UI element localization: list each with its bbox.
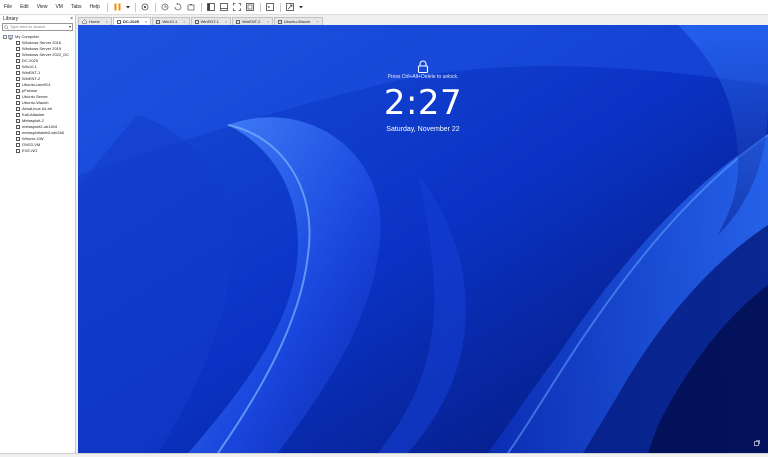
- search-placeholder: Type here to search: [10, 24, 46, 29]
- vm-console-screen[interactable]: Press Ctrl+Alt+Delete to unlock. 2:27 Sa…: [78, 25, 768, 453]
- vm-list-item-label: EVE-NG: [22, 148, 38, 153]
- vm-tree: − My Computer Windows Server 2016 Windows…: [0, 34, 75, 154]
- unity-icon[interactable]: [246, 3, 255, 12]
- pause-icon[interactable]: [113, 3, 122, 12]
- vm-icon: [16, 119, 20, 123]
- lockscreen-date: Saturday, November 22: [386, 126, 460, 133]
- vm-icon: [16, 53, 20, 57]
- toolbar-separator: [200, 2, 202, 12]
- stretch-guest-icon[interactable]: [286, 3, 295, 12]
- vm-icon: [277, 19, 282, 24]
- tab-winent-2[interactable]: WinENT-2 ×: [232, 17, 273, 25]
- console-view-icon[interactable]: [266, 3, 275, 12]
- vm-icon: [16, 59, 20, 63]
- menu-vm[interactable]: VM: [51, 0, 67, 15]
- vm-icon: [16, 137, 20, 141]
- chevron-down-icon[interactable]: [125, 3, 130, 12]
- tab-winent-1[interactable]: WinENT-1 ×: [190, 17, 232, 25]
- status-bar: [0, 453, 768, 457]
- menu-file[interactable]: File: [0, 0, 16, 15]
- search-icon: [4, 24, 9, 30]
- computer-icon: [8, 34, 13, 40]
- toolbar-separator: [259, 2, 261, 12]
- menu-view[interactable]: View: [33, 0, 52, 15]
- thumbnail-view-icon[interactable]: [220, 3, 229, 12]
- vm-icon: [16, 131, 20, 135]
- lockscreen-clock: 2:27: [383, 83, 463, 123]
- vm-list: Windows Server 2016 Windows Server 2019 Wi…: [0, 40, 75, 154]
- vm-icon: [194, 19, 199, 24]
- vm-icon: [16, 95, 20, 99]
- toolbar-separator: [134, 2, 136, 12]
- vm-icon: [16, 89, 20, 93]
- library-search-input[interactable]: Type here to search ▾: [2, 23, 73, 31]
- toolbar-separator: [279, 2, 281, 12]
- tab-dc-2025[interactable]: DC-2025 ×: [113, 17, 152, 25]
- accessibility-icon[interactable]: [754, 440, 760, 446]
- library-header: Library ×: [0, 15, 75, 23]
- library-view-icon[interactable]: [207, 3, 216, 12]
- tab-home[interactable]: Home ×: [78, 17, 113, 25]
- close-icon[interactable]: ×: [70, 15, 73, 23]
- vm-icon: [16, 107, 20, 111]
- vm-icon: [16, 41, 20, 45]
- chevron-down-icon[interactable]: ▾: [69, 24, 71, 30]
- vm-icon: [156, 19, 161, 24]
- vm-icon: [16, 83, 20, 87]
- menu-edit[interactable]: Edit: [16, 0, 33, 15]
- vm-icon: [16, 71, 20, 75]
- tab-ubuntu-wazuh[interactable]: Ubuntu-Wazuh ×: [273, 17, 323, 25]
- library-panel: Library × Type here to search ▾ − My Com…: [0, 15, 76, 453]
- menu-help[interactable]: Help: [86, 0, 104, 15]
- menu-bar: File Edit View VM Tabs Help: [0, 0, 768, 15]
- lock-icon: [417, 60, 429, 73]
- vm-icon: [16, 77, 20, 81]
- vm-list-item[interactable]: EVE-NG: [0, 148, 75, 154]
- vm-icon: [16, 65, 20, 69]
- vm-icon: [16, 143, 20, 147]
- snapshot-manager-icon[interactable]: [187, 3, 196, 12]
- vm-tab-bar: Home × DC-2025 × Win10-1 × WinENT-1 × Wi…: [78, 16, 768, 25]
- unlock-hint: Press Ctrl+Alt+Delete to unlock.: [387, 74, 459, 80]
- vm-icon: [16, 149, 20, 153]
- tab-win10-1[interactable]: Win10-1 ×: [152, 17, 190, 25]
- chevron-down-icon[interactable]: [298, 3, 303, 12]
- fullscreen-icon[interactable]: [233, 3, 242, 12]
- toolbar-separator: [154, 2, 156, 12]
- vm-icon: [16, 113, 20, 117]
- home-icon: [82, 19, 87, 24]
- collapse-icon[interactable]: −: [3, 35, 7, 39]
- vm-icon: [236, 19, 241, 24]
- snapshot-icon[interactable]: [161, 3, 170, 12]
- vm-icon: [16, 47, 20, 51]
- vm-icon: [16, 125, 20, 129]
- vm-icon: [117, 19, 122, 24]
- menu-tabs[interactable]: Tabs: [67, 0, 86, 15]
- library-title: Library: [3, 16, 19, 22]
- send-keys-icon[interactable]: [141, 3, 150, 12]
- toolbar-separator: [106, 2, 108, 12]
- vm-icon: [16, 101, 20, 105]
- revert-snapshot-icon[interactable]: [174, 3, 183, 12]
